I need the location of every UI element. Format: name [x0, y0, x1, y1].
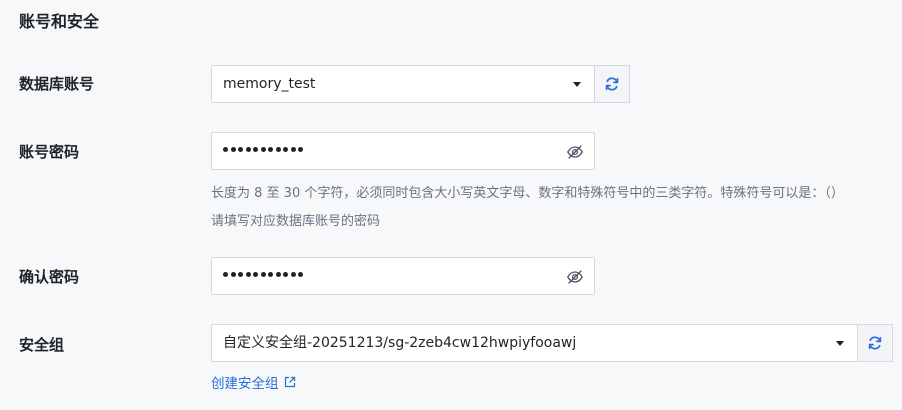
confirm-password-masked-value — [223, 272, 303, 277]
password-rule-hint: 长度为 8 至 30 个字符，必须同时包含大小写英文字母、数字和特殊符号中的三类… — [211, 186, 844, 201]
password-dot — [245, 147, 251, 152]
external-link-icon — [284, 376, 295, 388]
password-dot — [275, 272, 281, 277]
password-dot — [253, 272, 258, 277]
password-dot — [268, 147, 273, 152]
password-dot — [283, 147, 288, 152]
password-dot — [290, 147, 296, 152]
refresh-icon — [605, 77, 619, 91]
security-group-select-value: 自定义安全组-20251213/sg-2zeb4cw12hwpiyfooawj — [223, 335, 577, 351]
password-dot — [245, 272, 251, 277]
password-label: 账号密码 — [19, 143, 80, 161]
create-security-group-label: 创建安全组 — [211, 376, 279, 392]
account-select-value: memory_test — [223, 76, 316, 92]
password-masked-value — [223, 147, 303, 152]
password-dot — [283, 272, 288, 277]
password-dot — [298, 272, 303, 277]
password-dot — [238, 272, 243, 277]
chevron-down-icon — [573, 82, 581, 87]
confirm-password-input[interactable] — [211, 257, 595, 295]
eye-off-icon[interactable] — [566, 268, 584, 286]
password-dot — [230, 272, 236, 277]
password-dot — [298, 147, 303, 152]
password-dot — [290, 272, 296, 277]
password-dot — [260, 272, 266, 277]
password-dot — [238, 147, 243, 152]
password-fill-hint: 请填写对应数据库账号的密码 — [211, 214, 381, 229]
account-security-form: 账号和安全 数据库账号 memory_test 账号密码 长度为 8 至 30 … — [0, 0, 902, 410]
create-security-group-link[interactable]: 创建安全组 — [211, 372, 296, 392]
chevron-down-icon — [836, 341, 844, 346]
password-dot — [260, 147, 266, 152]
password-dot — [223, 272, 228, 277]
password-dot — [223, 147, 228, 152]
section-title: 账号和安全 — [19, 12, 100, 31]
account-refresh-button[interactable] — [594, 65, 630, 103]
password-input[interactable] — [211, 132, 595, 170]
password-dot — [230, 147, 236, 152]
password-dot — [253, 147, 258, 152]
account-label: 数据库账号 — [19, 75, 95, 93]
refresh-icon — [868, 336, 882, 350]
confirm-password-label: 确认密码 — [19, 268, 80, 286]
security-group-label: 安全组 — [19, 336, 65, 354]
security-group-refresh-button[interactable] — [857, 324, 893, 362]
account-select[interactable]: memory_test — [211, 65, 595, 103]
password-dot — [268, 272, 273, 277]
security-group-select[interactable]: 自定义安全组-20251213/sg-2zeb4cw12hwpiyfooawj — [211, 324, 858, 362]
password-dot — [275, 147, 281, 152]
eye-off-icon[interactable] — [566, 143, 584, 161]
